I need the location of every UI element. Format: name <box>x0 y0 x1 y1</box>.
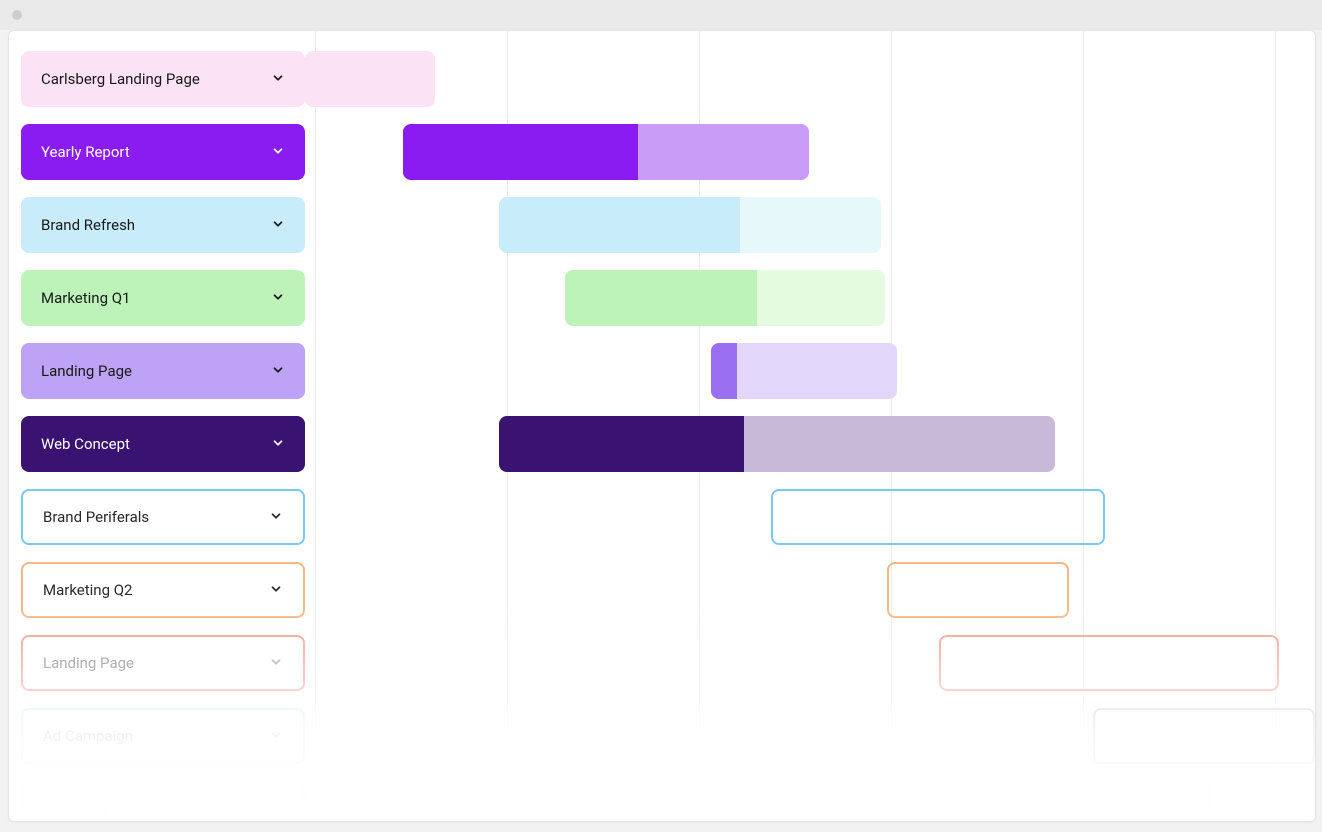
chevron-down-icon <box>269 509 283 526</box>
task-label-text: Ad Words <box>43 800 108 818</box>
chevron-down-icon <box>271 71 285 88</box>
gantt-row: Yearly Report <box>9 124 1315 180</box>
task-label-text: Ad Campaign <box>43 727 133 745</box>
task-progress <box>499 416 744 472</box>
gantt-chart: Carlsberg Landing Page Yearly Report Brand… <box>9 31 1315 821</box>
gantt-row: Marketing Q2 <box>9 562 1315 618</box>
chevron-down-icon <box>271 144 285 161</box>
gantt-row: Ad Words <box>9 781 1315 822</box>
chevron-down-icon <box>269 582 283 599</box>
task-label-landing-page-2[interactable]: Landing Page <box>21 635 305 691</box>
gantt-row: Marketing Q1 <box>9 270 1315 326</box>
task-bar-carlsberg-landing-page[interactable] <box>305 51 435 107</box>
chevron-down-icon <box>269 728 283 745</box>
task-label-text: Marketing Q2 <box>43 581 132 599</box>
task-bar-landing-page[interactable] <box>711 343 897 399</box>
task-label-text: Landing Page <box>43 654 134 672</box>
task-label-marketing-q1[interactable]: Marketing Q1 <box>21 270 305 326</box>
task-bar-brand-refresh[interactable] <box>499 197 881 253</box>
chevron-down-icon <box>271 436 285 453</box>
task-bar-brand-periferals[interactable] <box>771 489 1105 545</box>
task-bar-web-concept[interactable] <box>499 416 1055 472</box>
task-bar-yearly-report[interactable] <box>403 124 809 180</box>
task-label-text: Web Concept <box>41 435 130 453</box>
task-label-text: Carlsberg Landing Page <box>41 70 200 88</box>
task-label-landing-page[interactable]: Landing Page <box>21 343 305 399</box>
task-label-ad-campaign[interactable]: Ad Campaign <box>21 708 305 764</box>
task-label-web-concept[interactable]: Web Concept <box>21 416 305 472</box>
chevron-down-icon <box>269 655 283 672</box>
gantt-row: Landing Page <box>9 635 1315 691</box>
gantt-row: Carlsberg Landing Page <box>9 51 1315 107</box>
chevron-down-icon <box>271 290 285 307</box>
task-label-carlsberg-landing-page[interactable]: Carlsberg Landing Page <box>21 51 305 107</box>
chevron-down-icon <box>271 363 285 380</box>
gantt-row: Ad Campaign <box>9 708 1315 764</box>
task-progress <box>711 343 737 399</box>
task-label-text: Yearly Report <box>41 143 130 161</box>
task-label-yearly-report[interactable]: Yearly Report <box>21 124 305 180</box>
task-label-text: Brand Periferals <box>43 508 149 526</box>
task-progress <box>499 197 740 253</box>
gantt-window: Carlsberg Landing Page Yearly Report Brand… <box>8 30 1316 822</box>
task-bar-marketing-q1[interactable] <box>565 270 885 326</box>
task-label-brand-periferals[interactable]: Brand Periferals <box>21 489 305 545</box>
traffic-light-disabled-icon <box>12 10 22 20</box>
task-bar-ad-words[interactable] <box>1209 781 1309 822</box>
gantt-row: Brand Refresh <box>9 197 1315 253</box>
gantt-row: Web Concept <box>9 416 1315 472</box>
task-label-ad-words[interactable]: Ad Words <box>21 781 305 822</box>
task-bar-landing-page-2[interactable] <box>939 635 1279 691</box>
task-bar-ad-campaign[interactable] <box>1093 708 1315 764</box>
task-label-text: Landing Page <box>41 362 132 380</box>
task-bar-marketing-q2[interactable] <box>887 562 1069 618</box>
gantt-row: Brand Periferals <box>9 489 1315 545</box>
task-label-marketing-q2[interactable]: Marketing Q2 <box>21 562 305 618</box>
chevron-down-icon <box>269 801 283 818</box>
task-label-brand-refresh[interactable]: Brand Refresh <box>21 197 305 253</box>
task-label-text: Marketing Q1 <box>41 289 130 307</box>
chevron-down-icon <box>271 217 285 234</box>
window-titlebar <box>0 0 1322 30</box>
task-progress <box>565 270 757 326</box>
task-progress <box>403 124 638 180</box>
task-label-text: Brand Refresh <box>41 216 135 234</box>
gantt-row: Landing Page <box>9 343 1315 399</box>
task-progress <box>305 51 435 107</box>
